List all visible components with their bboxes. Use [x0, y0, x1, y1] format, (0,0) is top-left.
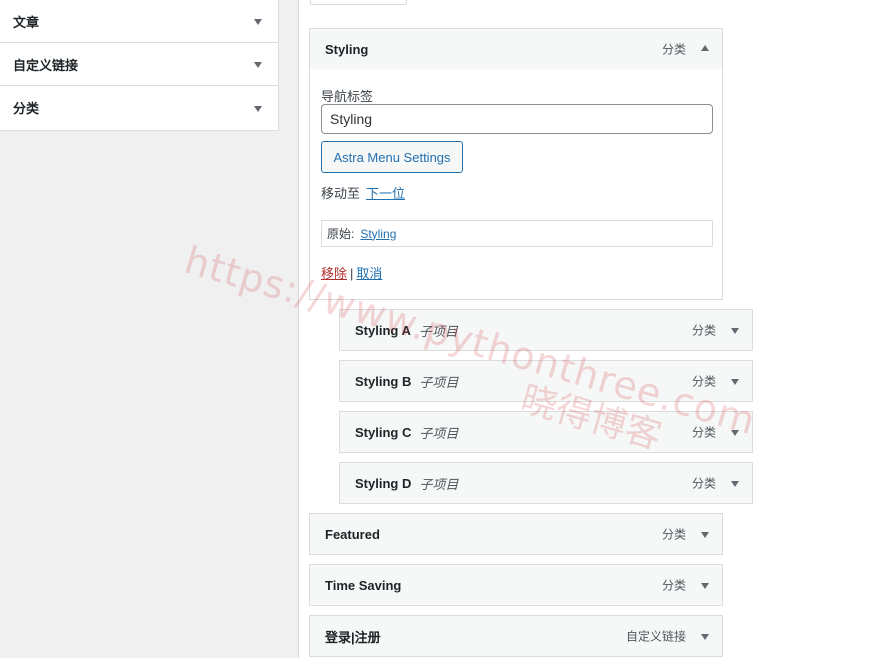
move-down-link[interactable]: 下一位	[366, 186, 405, 201]
menu-item-title: Time Saving	[325, 577, 402, 593]
previous-menu-item-edge	[310, 0, 407, 5]
menu-item-type: 分类	[661, 578, 686, 593]
original-caption: 原始:	[327, 227, 355, 241]
menu-item-styling-header[interactable]: Styling 分类	[309, 28, 723, 70]
nav-label-input[interactable]	[321, 104, 713, 134]
menu-item-type: 自定义链接	[625, 629, 686, 644]
accordion-categories[interactable]: 分类	[0, 86, 278, 129]
astra-menu-settings-button[interactable]: Astra Menu Settings	[321, 141, 463, 173]
menu-item-styling-b[interactable]: Styling B 子项目 分类	[339, 360, 753, 402]
menu-item-title: Styling	[325, 41, 369, 57]
menu-item-styling-c[interactable]: Styling C 子项目 分类	[339, 411, 753, 453]
menu-item-title: Styling B	[355, 373, 412, 389]
menu-item-time-saving[interactable]: Time Saving 分类	[309, 564, 723, 606]
add-menu-items-panel: 文章 自定义链接 分类	[0, 0, 279, 131]
move-row: 移动至 下一位	[321, 183, 405, 202]
nav-label-caption: 导航标签	[321, 89, 374, 104]
menu-item-type: 分类	[661, 527, 686, 542]
caret-down-icon[interactable]	[731, 379, 739, 385]
move-to-caption: 移动至	[321, 186, 361, 201]
sub-item-label: 子项目	[419, 374, 459, 390]
menu-item-title: Featured	[325, 526, 380, 542]
caret-down-icon[interactable]	[254, 62, 262, 68]
menu-item-title: Styling A	[355, 322, 411, 338]
sub-item-label: 子项目	[418, 323, 458, 339]
accordion-custom-links[interactable]: 自定义链接	[0, 43, 278, 86]
item-actions: 移除 | 取消	[321, 263, 382, 282]
caret-down-icon[interactable]	[731, 481, 739, 487]
menu-item-title: Styling C	[355, 424, 412, 440]
menu-item-styling-a[interactable]: Styling A 子项目 分类	[339, 309, 753, 351]
accordion-custom-links-label: 自定义链接	[13, 57, 79, 73]
menu-item-featured[interactable]: Featured 分类	[309, 513, 723, 555]
caret-down-icon[interactable]	[701, 583, 709, 589]
original-link[interactable]: Styling	[360, 227, 396, 241]
menu-item-styling-d[interactable]: Styling D 子项目 分类	[339, 462, 753, 504]
menu-item-type: 分类	[691, 374, 716, 389]
caret-down-icon[interactable]	[731, 328, 739, 334]
menu-item-title: Styling D	[355, 475, 412, 491]
accordion-posts-label: 文章	[13, 14, 40, 30]
original-link-box: 原始: Styling	[321, 220, 713, 247]
caret-down-icon[interactable]	[254, 19, 262, 25]
remove-link[interactable]: 移除	[321, 266, 347, 281]
menu-item-type: 分类	[661, 42, 686, 57]
caret-down-icon[interactable]	[701, 532, 709, 538]
caret-down-icon[interactable]	[731, 430, 739, 436]
menu-item-login-register[interactable]: 登录|注册 自定义链接	[309, 615, 723, 657]
menu-item-title: 登录|注册	[325, 629, 381, 645]
menu-item-settings: 导航标签 Astra Menu Settings 移动至下一位 原始: Styli…	[309, 69, 723, 300]
menu-item-type: 分类	[691, 476, 716, 491]
caret-down-icon[interactable]	[254, 105, 262, 112]
sub-item-label: 子项目	[419, 476, 459, 492]
cancel-link[interactable]: 取消	[356, 266, 382, 281]
caret-up-icon[interactable]	[701, 45, 709, 51]
menu-item-type: 分类	[691, 425, 716, 440]
accordion-posts[interactable]: 文章	[0, 0, 278, 43]
sub-item-label: 子项目	[419, 425, 459, 441]
menu-item-type: 分类	[691, 323, 716, 338]
caret-down-icon[interactable]	[701, 634, 709, 640]
accordion-categories-label: 分类	[13, 101, 40, 116]
action-separator: |	[350, 266, 354, 281]
